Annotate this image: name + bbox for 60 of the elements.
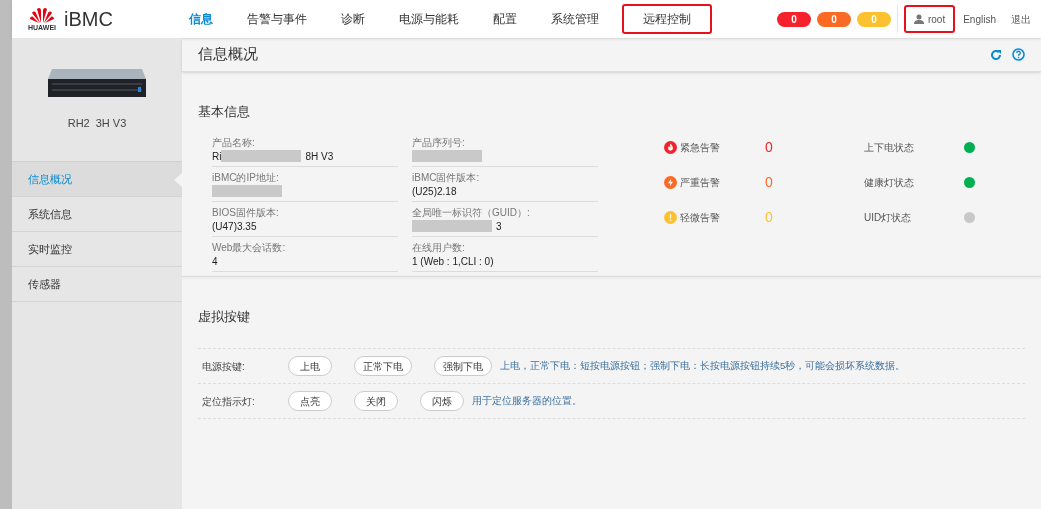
device-name: 3H V3 [95,116,127,132]
sidebar-item[interactable]: 实时监控 [12,232,182,267]
field-value: (U47)3.35 [212,219,257,234]
alarm-count: 0 [765,172,773,192]
virtual-button[interactable]: 点亮 [288,391,332,411]
user-icon [913,14,924,24]
sidebar-item[interactable]: 系统信息 [12,197,182,232]
nav-tab[interactable]: 配置 [476,4,534,34]
hint-text: 上电，正常下电：短按电源按钮；强制下电：长按电源按钮持续5秒，可能会损坏系统数据。 [500,358,906,373]
nav-tab[interactable]: 诊断 [324,4,382,34]
logout-link[interactable]: 退出 [1011,11,1031,27]
product-name: iBMC [64,7,113,32]
alarm-count-badge[interactable]: 0 [776,11,811,27]
sidebar-item[interactable]: 传感器 [12,267,182,302]
field-label: 产品名称: [212,135,256,150]
hint-text: 用于定位服务器的位置。 [472,393,582,408]
field-label: BIOS固件版本: [212,205,280,220]
field-label: 产品序列号: [412,135,466,150]
field-label: iBMC固件版本: [412,170,481,185]
field-value: 1 (Web : 1,CLI : 0) [412,254,494,269]
nav-tab[interactable]: 信息 [172,4,230,34]
field-label: 全局唯一标识符（GUID）: [412,205,531,220]
language-link[interactable]: English [963,11,996,27]
nav-tab[interactable]: 告警与事件 [230,4,324,34]
nav-tab[interactable]: 系统管理 [534,4,616,34]
page-title: 信息概况 [198,44,259,65]
nav-tab[interactable]: 远程控制 [622,4,712,34]
alarm-count: 0 [765,207,773,227]
virtual-button[interactable]: 上电 [288,356,332,376]
status-label: 健康灯状态 [864,175,915,190]
alarm-label: 轻微告警 [680,210,721,225]
alarm-count: 0 [765,137,773,157]
row-label: 电源按键: [202,359,246,374]
refresh-icon[interactable] [990,48,1002,61]
row-label: 定位指示灯: [202,394,256,409]
help-icon[interactable] [1012,48,1025,61]
virtual-button[interactable]: 关闭 [354,391,398,411]
flower-logo-icon [29,6,55,24]
user-menu[interactable]: root [903,5,956,33]
alarm-label: 紧急告警 [680,140,721,155]
field-value: Ri [212,149,222,164]
virtual-button[interactable]: 正常下电 [354,356,412,376]
nav-tab[interactable]: 电源与能耗 [382,4,476,34]
field-label: Web最大会话数: [212,240,287,255]
redacted-block [212,185,282,197]
status-label: 上下电状态 [864,140,915,155]
virtual-button[interactable]: 闪烁 [420,391,464,411]
alarm-label: 严重告警 [680,175,721,190]
field-label: iBMC的IP地址: [212,170,280,185]
status-label: UID灯状态 [864,210,913,225]
redacted-block [412,150,482,162]
field-value: 8H V3 [305,149,334,164]
section-title: 基本信息 [198,103,251,121]
section-title: 虚拟按键 [198,307,251,326]
field-value: 4 [212,254,218,269]
field-value: 3 [496,219,502,234]
virtual-button[interactable]: 强制下电 [434,356,492,376]
field-value: (U25)2.18 [412,184,457,199]
device-name: RH2 [67,116,90,132]
field-label: 在线用户数: [412,240,466,255]
